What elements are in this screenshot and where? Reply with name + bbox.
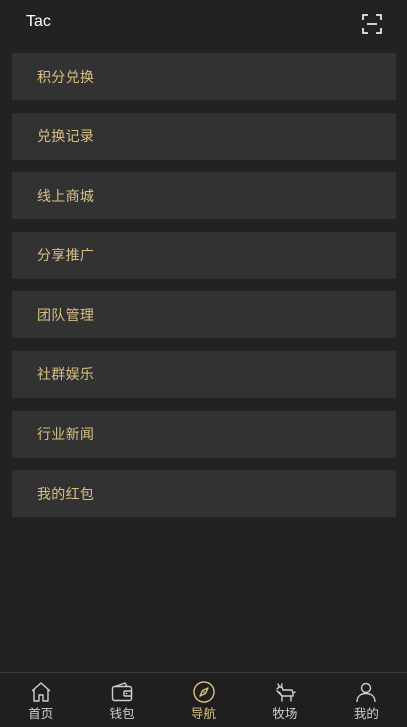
- wallet-icon: [111, 682, 133, 702]
- tab-label: 我的: [353, 706, 379, 721]
- goat-icon: [276, 683, 296, 702]
- tab-label: 钱包: [109, 706, 135, 721]
- scan-icon: [362, 14, 382, 34]
- nav-menu: 积分兑换 兑换记录 线上商城 分享推广 团队管理 社群娱乐 行业新闻 我的红包: [12, 53, 396, 530]
- menu-item-industry-news[interactable]: 行业新闻: [12, 410, 396, 458]
- compass-icon: [192, 681, 215, 703]
- menu-item-label: 分享推广: [37, 248, 95, 265]
- tab-label: 首页: [28, 706, 54, 721]
- menu-item-my-red-packet[interactable]: 我的红包: [12, 470, 396, 518]
- top-header: Tac: [0, 0, 407, 46]
- menu-item-exchange-records[interactable]: 兑换记录: [12, 112, 396, 160]
- tab-navigation[interactable]: 导航: [163, 673, 244, 727]
- page-title: Tac: [26, 13, 51, 30]
- bottom-tab-bar: 首页 钱包 导航 牧场 我的: [0, 672, 407, 727]
- menu-item-label: 兑换记录: [37, 129, 95, 146]
- menu-item-label: 积分兑换: [37, 69, 95, 86]
- menu-item-online-mall[interactable]: 线上商城: [12, 172, 396, 220]
- menu-item-label: 行业新闻: [37, 427, 95, 444]
- menu-item-share-promotion[interactable]: 分享推广: [12, 231, 396, 279]
- tab-wallet[interactable]: 钱包: [81, 673, 162, 727]
- tab-home[interactable]: 首页: [0, 673, 81, 727]
- menu-item-team-management[interactable]: 团队管理: [12, 291, 396, 339]
- menu-item-label: 社群娱乐: [37, 367, 95, 384]
- user-icon: [356, 682, 377, 703]
- menu-item-points-exchange[interactable]: 积分兑换: [12, 53, 396, 100]
- menu-item-label: 线上商城: [37, 188, 95, 205]
- menu-item-label: 团队管理: [37, 307, 95, 324]
- tab-profile[interactable]: 我的: [326, 673, 407, 727]
- menu-item-community-entertainment[interactable]: 社群娱乐: [12, 350, 396, 398]
- menu-item-label: 我的红包: [37, 486, 95, 503]
- tab-label: 牧场: [272, 706, 298, 721]
- tab-ranch[interactable]: 牧场: [244, 673, 325, 727]
- tab-label: 导航: [191, 706, 217, 721]
- home-icon: [31, 682, 51, 702]
- scan-button[interactable]: [361, 13, 383, 35]
